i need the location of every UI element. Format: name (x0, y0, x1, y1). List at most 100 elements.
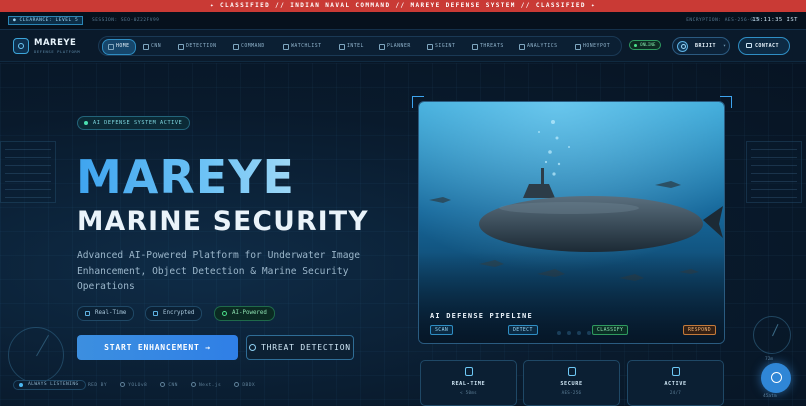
right-data-panel (746, 141, 802, 203)
nav-honeypot[interactable]: HONEYPOT (573, 40, 610, 54)
target-icon (249, 344, 257, 351)
sigint-icon (427, 44, 433, 50)
depth-value: 72m (765, 357, 774, 362)
tech-item: CNN (168, 383, 178, 388)
nav-threats[interactable]: THREATS (470, 40, 504, 54)
threat-detection-button[interactable]: THREAT DETECTION (246, 335, 354, 360)
stage-respond: RESPOND (683, 325, 717, 335)
nav-home[interactable]: HOME (102, 39, 136, 55)
nav-label: WATCHLIST (291, 44, 322, 49)
nav-cnn[interactable]: CNN (141, 40, 161, 54)
brand-name[interactable]: MAREYE (34, 38, 76, 48)
user-menu[interactable]: BRIJIT ▾ (672, 37, 730, 55)
tech-stack: RED BY YOLOv8 CNN Next.js DBDX (88, 382, 265, 388)
shield-icon (153, 311, 158, 316)
ai-active-badge: AI DEFENSE SYSTEM ACTIVE (77, 116, 191, 130)
user-name: BRIJIT (695, 43, 717, 49)
brand-subtitle: DEFENSE PLATFORM (34, 49, 81, 54)
nav-label: COMMAND (241, 44, 265, 49)
stat-label: REAL-TIME (451, 381, 486, 387)
nav-menu: HOME CNN DETECTION COMMAND WATCHLIST INT… (98, 36, 622, 56)
clearance-badge: ● CLEARANCE: LEVEL 5 (8, 16, 84, 25)
watchlist-icon (283, 44, 289, 50)
feature-label: Real-Time (95, 310, 127, 316)
pipeline-title: AI DEFENSE PIPELINE (430, 312, 533, 320)
tech-icon (120, 382, 126, 387)
threats-icon (472, 44, 478, 50)
nav-analytics[interactable]: ANALYTICS (517, 40, 558, 54)
start-enhancement-button[interactable]: START ENHANCEMENT → (77, 335, 238, 360)
stat-active: ACTIVE 24/7 (627, 360, 724, 406)
tech-icon (191, 382, 197, 387)
classified-banner: ✦ CLASSIFIED // INDIAN NAVAL COMMAND // … (0, 0, 806, 12)
pressure-value: 45atm (763, 394, 777, 399)
cnn-icon (143, 44, 149, 50)
encryption-info: ENCRYPTION: AES-256-GCM (686, 18, 760, 23)
nav-label: ANALYTICS (527, 44, 558, 49)
nav-sigint[interactable]: SIGINT (425, 40, 455, 54)
feature-encrypted: Encrypted (145, 306, 203, 321)
feature-realtime: Real-Time (77, 306, 135, 321)
shield-icon (568, 367, 576, 376)
session-id: SESSION: SEO-0Z22FV99 (92, 18, 160, 23)
hero-subtitle: MARINE SECURITY (77, 206, 369, 237)
tech-item: DBDX (242, 383, 256, 388)
stat-sub: < 50ms (460, 390, 477, 395)
chevron-down-icon: ▾ (723, 43, 727, 49)
hero-description: Advanced AI-Powered Platform for Underwa… (77, 250, 361, 292)
nav-watchlist[interactable]: WATCHLIST (281, 40, 322, 54)
ai-icon (222, 311, 227, 316)
stat-sub: 24/7 (669, 390, 682, 395)
chat-button[interactable] (761, 363, 791, 393)
bolt-icon (465, 367, 473, 376)
nav-intel[interactable]: INTEL (337, 40, 364, 54)
stage-scan: SCAN (430, 325, 454, 335)
intel-icon (339, 44, 345, 50)
feature-label: Encrypted (163, 310, 195, 316)
tech-icon (234, 382, 240, 387)
feature-ai-powered: AI-Powered (214, 306, 275, 321)
status-bar: ● CLEARANCE: LEVEL 5 SESSION: SEO-0Z22FV… (0, 12, 806, 30)
voice-listening-badge[interactable]: ALWAYS LISTENING (13, 380, 86, 390)
stat-secure: SECURE AES-256 (523, 360, 620, 406)
avatar (677, 41, 688, 52)
tech-item: Next.js (199, 383, 222, 388)
stat-label: ACTIVE (664, 381, 687, 387)
nav-label: PLANNER (387, 44, 411, 49)
nav-label: CNN (151, 44, 162, 49)
contact-label: CONTACT (755, 43, 779, 49)
feature-label: AI-Powered (232, 310, 267, 316)
hero-title: MAREYE (76, 150, 295, 204)
contact-button[interactable]: CONTACT (738, 37, 790, 55)
stage-detect: DETECT (508, 325, 538, 335)
stat-sub: AES-256 (561, 390, 582, 395)
stat-label: SECURE (560, 381, 583, 387)
submarine-image (419, 102, 724, 343)
left-data-panel (0, 141, 56, 203)
honeypot-icon (575, 44, 581, 50)
nav-detection[interactable]: DETECTION (176, 40, 217, 54)
nav-label: THREATS (480, 44, 504, 49)
stat-realtime: REAL-TIME < 50ms (420, 360, 517, 406)
online-status-badge: ONLINE (629, 40, 661, 50)
bolt-icon (85, 311, 90, 316)
activity-icon (672, 367, 680, 376)
nav-label: HOME (116, 44, 130, 49)
nav-label: HONEYPOT (583, 44, 611, 49)
clock: 15:11:35 IST (752, 17, 798, 23)
nav-command[interactable]: COMMAND (231, 40, 265, 54)
nav-label: INTEL (347, 44, 364, 49)
nav-label: DETECTION (186, 44, 217, 49)
home-icon (108, 44, 114, 50)
radar-widget (8, 327, 64, 383)
command-icon (233, 44, 239, 50)
detection-icon (178, 44, 184, 50)
nav-planner[interactable]: PLANNER (377, 40, 411, 54)
tech-prefix: RED BY (88, 383, 107, 388)
logo-icon[interactable] (13, 38, 29, 54)
button-label: THREAT DETECTION (261, 343, 351, 352)
planner-icon (379, 44, 385, 50)
nav-label: SIGINT (435, 44, 456, 49)
message-icon (746, 43, 752, 48)
pipeline-image-card: AI DEFENSE PIPELINE SCAN DETECT CLASSIFY… (418, 101, 725, 344)
